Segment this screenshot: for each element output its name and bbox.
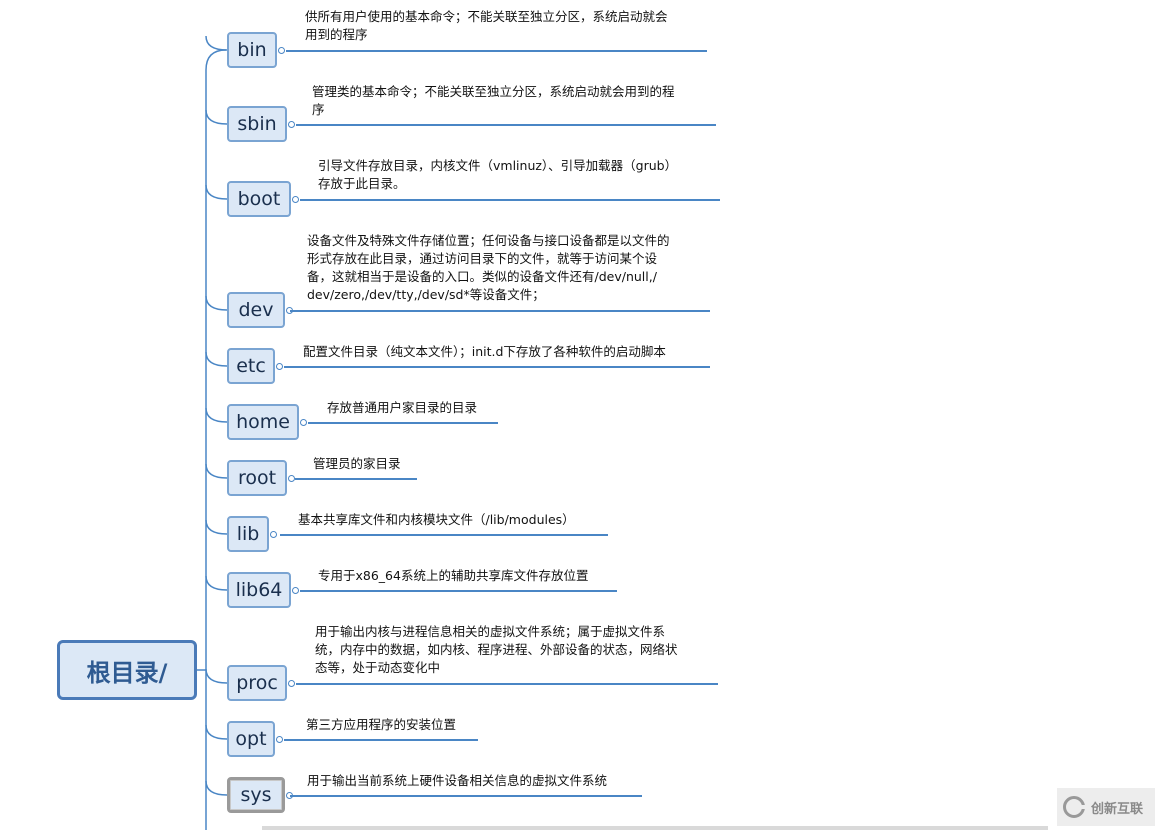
branch-node-label: etc bbox=[236, 355, 266, 377]
description-line: 用于输出内核与进程信息相关的虚拟文件系统；属于虚拟文件系 bbox=[315, 624, 666, 639]
branch-connector bbox=[205, 351, 228, 367]
branch-node-sys[interactable]: sys bbox=[227, 777, 285, 813]
branch-description-opt[interactable]: 第三方应用程序的安装位置 bbox=[306, 716, 456, 734]
branch-node-label: root bbox=[237, 467, 277, 489]
branch-connector bbox=[205, 780, 228, 796]
branch-connector bbox=[205, 35, 228, 51]
branch-connector bbox=[205, 295, 228, 311]
main-spine bbox=[205, 49, 227, 830]
collapse-toggle[interactable] bbox=[276, 736, 283, 743]
branch-connector bbox=[205, 519, 228, 535]
branch-description-root[interactable]: 管理员的家目录 bbox=[313, 455, 401, 473]
watermark: 创新互联 bbox=[1057, 788, 1155, 826]
branch-node-label: home bbox=[236, 411, 290, 433]
branch-node-label: boot bbox=[237, 188, 281, 210]
branch-node-sbin[interactable]: sbin bbox=[227, 106, 287, 142]
root-node[interactable]: 根目录/ bbox=[57, 640, 197, 700]
collapse-toggle[interactable] bbox=[288, 121, 295, 128]
mind-map: 根目录/ bin 供所有用户使用的基本命令；不能关联至独立分区，系统启动就会 用到的… bbox=[0, 0, 1157, 830]
description-line: 管理员的家目录 bbox=[313, 456, 401, 471]
branch-node-label: dev bbox=[238, 299, 274, 321]
root-node-label: 根目录/ bbox=[86, 658, 168, 687]
branch-description-lib64[interactable]: 专用于x86_64系统上的辅助共享库文件存放位置 bbox=[318, 567, 588, 585]
branch-node-label: bin bbox=[237, 39, 267, 61]
description-line: 形式存放在此目录，通过访问目录下的文件，就等于访问某个设 bbox=[307, 251, 658, 266]
branch-node-label: sbin bbox=[237, 113, 277, 135]
branch-description-etc[interactable]: 配置文件目录（纯文本文件）；init.d下存放了各种软件的启动脚本 bbox=[303, 343, 666, 361]
description-line: 引导文件存放目录，内核文件（vmlinuz）、引导加载器（grub） bbox=[318, 158, 678, 173]
collapse-toggle[interactable] bbox=[278, 47, 285, 54]
description-line: 配置文件目录（纯文本文件）；init.d下存放了各种软件的启动脚本 bbox=[303, 344, 666, 359]
branch-node-opt[interactable]: opt bbox=[227, 721, 275, 757]
branch-connector bbox=[205, 184, 228, 200]
collapse-toggle[interactable] bbox=[292, 587, 299, 594]
branch-node-label: opt bbox=[235, 728, 267, 750]
description-line: 序 bbox=[312, 102, 325, 117]
topic-underline bbox=[300, 590, 617, 592]
branch-node-label: lib bbox=[236, 523, 260, 545]
topic-underline bbox=[290, 795, 642, 797]
branch-node-proc[interactable]: proc bbox=[227, 665, 287, 701]
description-line: 基本共享库文件和内核模块文件（/lib/modules） bbox=[298, 512, 575, 527]
branch-node-label: sys bbox=[240, 784, 272, 806]
branch-node-etc[interactable]: etc bbox=[227, 348, 275, 384]
branch-connector bbox=[205, 463, 228, 479]
branch-connector bbox=[205, 724, 228, 740]
branch-connector bbox=[205, 109, 228, 125]
topic-underline bbox=[286, 50, 707, 52]
topic-underline bbox=[296, 124, 716, 126]
topic-underline bbox=[300, 199, 720, 201]
branch-node-bin[interactable]: bin bbox=[227, 32, 277, 68]
description-line: 存放普通用户家目录的目录 bbox=[327, 400, 478, 415]
description-line: 专用于x86_64系统上的辅助共享库文件存放位置 bbox=[318, 568, 589, 583]
branch-description-sbin[interactable]: 管理类的基本命令；不能关联至独立分区，系统启动就会用到的程序 bbox=[312, 83, 675, 119]
branch-description-bin[interactable]: 供所有用户使用的基本命令；不能关联至独立分区，系统启动就会 用到的程序 bbox=[305, 8, 668, 44]
description-line: 备，这就相当于是设备的入口。类似的设备文件还有/dev/null,/ bbox=[307, 269, 657, 284]
branch-connector bbox=[205, 668, 228, 684]
topic-underline bbox=[290, 310, 710, 312]
branch-node-label: lib64 bbox=[235, 579, 283, 601]
branch-node-lib64[interactable]: lib64 bbox=[227, 572, 291, 608]
branch-description-lib[interactable]: 基本共享库文件和内核模块文件（/lib/modules） bbox=[298, 511, 575, 529]
branch-connector bbox=[205, 575, 228, 591]
branch-node-lib[interactable]: lib bbox=[227, 516, 269, 552]
collapse-toggle[interactable] bbox=[288, 680, 295, 687]
logo-icon bbox=[1063, 796, 1086, 818]
branch-node-root[interactable]: root bbox=[227, 460, 287, 496]
branch-node-dev[interactable]: dev bbox=[227, 292, 285, 328]
collapse-toggle[interactable] bbox=[288, 475, 295, 482]
collapse-toggle[interactable] bbox=[276, 363, 283, 370]
description-line: 设备文件及特殊文件存储位置；任何设备与接口设备都是以文件的 bbox=[307, 233, 670, 248]
branch-description-boot[interactable]: 引导文件存放目录，内核文件（vmlinuz）、引导加载器（grub） 存放于此目录… bbox=[318, 157, 677, 193]
description-line: 用于输出当前系统上硬件设备相关信息的虚拟文件系统 bbox=[307, 773, 608, 788]
collapse-toggle[interactable] bbox=[270, 531, 277, 538]
topic-underline bbox=[296, 683, 718, 685]
description-line: 态等，处于动态变化中 bbox=[315, 660, 441, 675]
topic-underline bbox=[295, 478, 417, 480]
description-line: 统，内存中的数据，如内核、程序进程、外部设备的状态，网络状 bbox=[315, 642, 678, 657]
topic-underline bbox=[284, 366, 710, 368]
topic-underline bbox=[308, 422, 498, 424]
branch-node-home[interactable]: home bbox=[227, 404, 299, 440]
branch-description-home[interactable]: 存放普通用户家目录的目录 bbox=[327, 399, 477, 417]
description-line: dev/zero,/dev/tty,/dev/sd*等设备文件； bbox=[307, 287, 545, 302]
description-line: 用到的程序 bbox=[305, 27, 368, 42]
branch-description-dev[interactable]: 设备文件及特殊文件存储位置；任何设备与接口设备都是以文件的 形式存放在此目录，通过… bbox=[307, 232, 670, 304]
horizontal-scrollbar[interactable] bbox=[262, 826, 1048, 830]
description-line: 管理类的基本命令；不能关联至独立分区，系统启动就会用到的程 bbox=[312, 84, 675, 99]
topic-underline bbox=[284, 739, 478, 741]
branch-description-sys[interactable]: 用于输出当前系统上硬件设备相关信息的虚拟文件系统 bbox=[307, 772, 607, 790]
branch-node-label: proc bbox=[236, 672, 278, 694]
description-line: 供所有用户使用的基本命令；不能关联至独立分区，系统启动就会 bbox=[305, 9, 668, 24]
collapse-toggle[interactable] bbox=[292, 196, 299, 203]
collapse-toggle[interactable] bbox=[300, 419, 307, 426]
description-line: 存放于此目录。 bbox=[318, 176, 406, 191]
description-line: 第三方应用程序的安装位置 bbox=[306, 717, 457, 732]
branch-description-proc[interactable]: 用于输出内核与进程信息相关的虚拟文件系统；属于虚拟文件系 统，内存中的数据，如内核… bbox=[315, 623, 678, 677]
branch-connector bbox=[205, 407, 228, 423]
watermark-text: 创新互联 bbox=[1091, 801, 1144, 817]
branch-node-boot[interactable]: boot bbox=[227, 181, 291, 217]
topic-underline bbox=[280, 534, 608, 536]
